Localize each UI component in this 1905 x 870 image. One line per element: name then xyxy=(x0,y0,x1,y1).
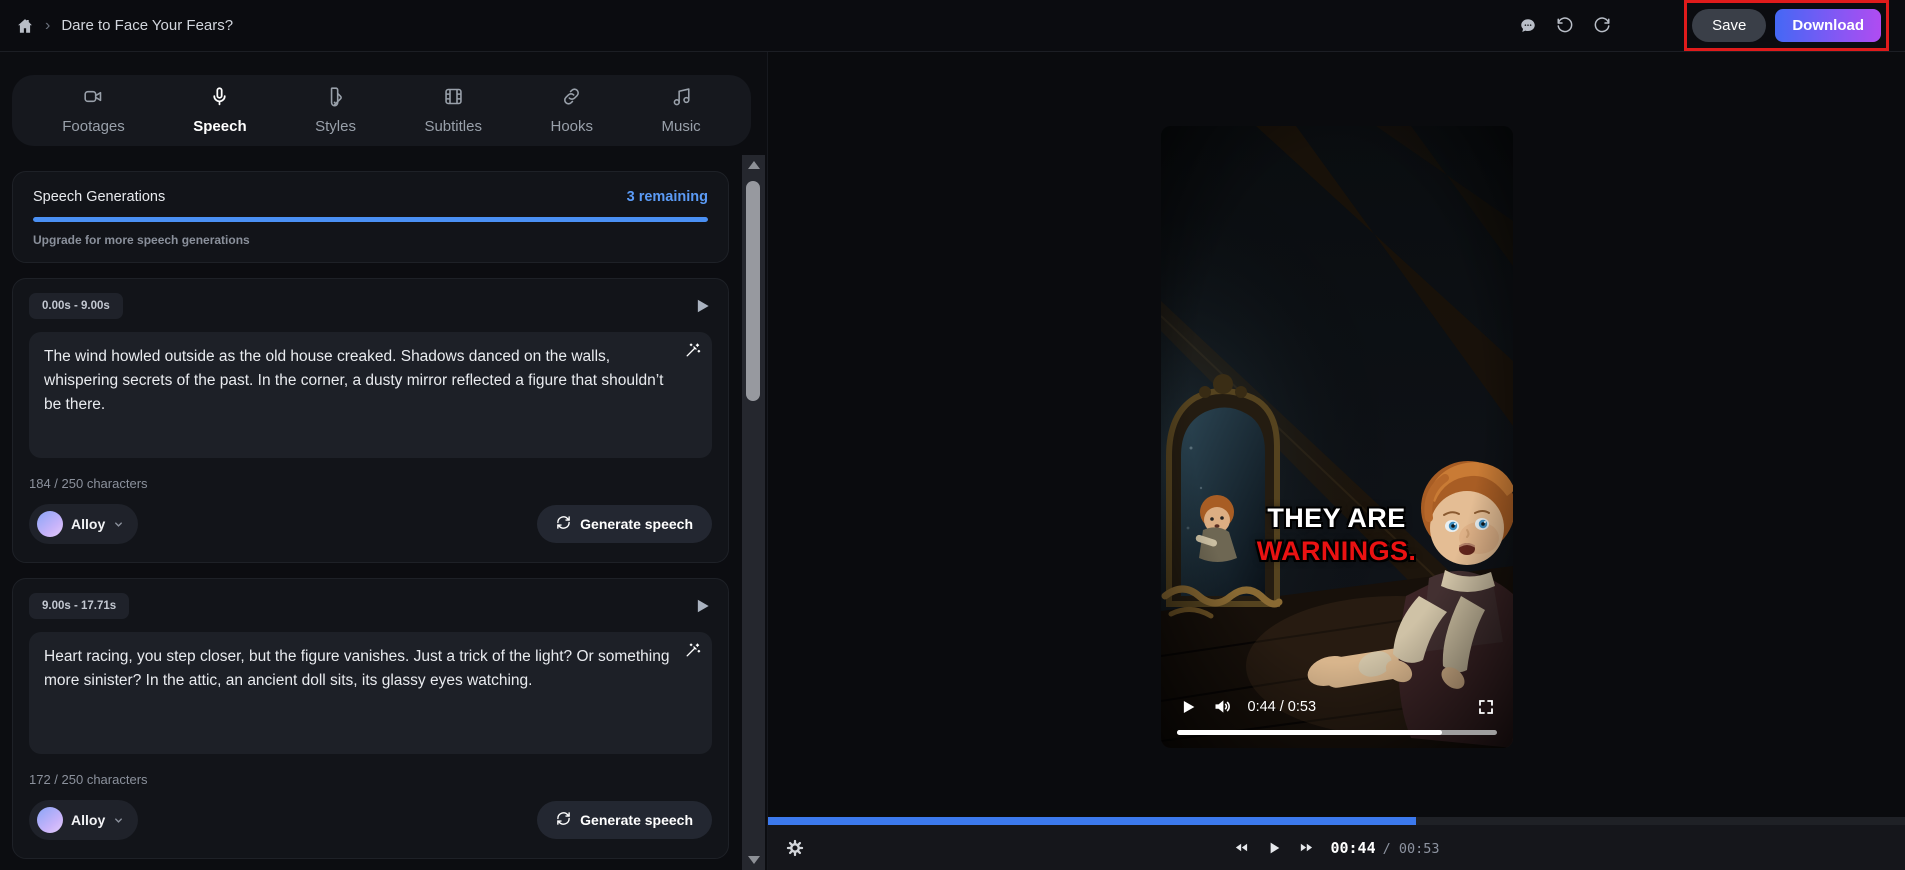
generations-progress-fill xyxy=(33,217,708,222)
timeline-progress-fill xyxy=(768,817,1417,825)
speech-segment-card: 9.00s - 17.71s Heart racing, you step cl… xyxy=(12,578,729,859)
music-note-icon xyxy=(671,86,692,111)
speech-segment-card: 0.00s - 9.00s The wind howled outside as… xyxy=(12,278,729,563)
segment-text-input[interactable]: Heart racing, you step closer, but the f… xyxy=(29,632,712,754)
video-caption: THEY ARE WARNINGS. xyxy=(1161,502,1513,568)
upgrade-link[interactable]: Upgrade for more speech generations xyxy=(33,233,708,247)
tab-label: Music xyxy=(661,118,701,135)
segment-text-input[interactable]: The wind howled outside as the old house… xyxy=(29,332,712,458)
fullscreen-icon[interactable] xyxy=(1477,698,1495,716)
voice-select-dropdown[interactable]: Alloy xyxy=(29,504,139,544)
gear-icon[interactable] xyxy=(786,839,804,857)
refresh-icon xyxy=(556,515,571,533)
microphone-icon xyxy=(209,86,230,111)
voice-avatar xyxy=(37,807,63,833)
tab-label: Subtitles xyxy=(424,118,482,135)
tab-label: Styles xyxy=(315,118,356,135)
scroll-down-icon[interactable] xyxy=(742,852,765,868)
generate-speech-button[interactable]: Generate speech xyxy=(537,801,712,839)
tab-music[interactable]: Music xyxy=(662,86,701,135)
timeline-seek-bar[interactable] xyxy=(768,817,1905,825)
tab-label: Speech xyxy=(193,118,247,135)
panel-scrollbar[interactable] xyxy=(742,155,765,870)
chevron-down-icon xyxy=(113,815,124,826)
generations-progress-track xyxy=(33,217,708,222)
voice-name: Alloy xyxy=(71,516,106,532)
segment-time-badge: 0.00s - 9.00s xyxy=(29,293,123,319)
undo-icon[interactable] xyxy=(1554,15,1576,37)
magic-wand-icon[interactable] xyxy=(684,342,701,359)
link-icon xyxy=(561,86,582,111)
scroll-up-icon[interactable] xyxy=(742,157,765,173)
chevron-down-icon xyxy=(113,519,124,530)
total-time: / 00:53 xyxy=(1382,840,1440,857)
refresh-icon xyxy=(556,811,571,829)
generate-speech-label: Generate speech xyxy=(580,516,693,532)
tab-label: Footages xyxy=(62,118,125,135)
action-buttons: Save Download xyxy=(1684,0,1889,51)
voice-name: Alloy xyxy=(71,812,106,828)
generations-remaining[interactable]: 3 remaining xyxy=(627,189,708,205)
play-icon[interactable] xyxy=(1265,840,1281,856)
generate-speech-button[interactable]: Generate speech xyxy=(537,505,712,543)
fast-forward-icon[interactable] xyxy=(1298,840,1313,855)
preview-panel: THEY ARE WARNINGS. 0:44 / 0:53 00:44 / 0… xyxy=(768,52,1905,870)
character-count: 172 / 250 characters xyxy=(29,772,148,787)
voice-select-dropdown[interactable]: Alloy xyxy=(29,800,139,840)
page-title: Dare to Face Your Fears? xyxy=(61,17,234,34)
scrollbar-thumb[interactable] xyxy=(746,181,760,401)
editor-sidebar: Footages Speech Styles Subtitles Hooks M… xyxy=(0,52,768,870)
film-icon xyxy=(443,86,464,111)
voice-avatar xyxy=(37,511,63,537)
redo-icon[interactable] xyxy=(1591,15,1613,37)
download-button[interactable]: Download xyxy=(1775,9,1881,42)
caption-line-2: WARNINGS. xyxy=(1256,536,1417,566)
video-player[interactable]: THEY ARE WARNINGS. 0:44 / 0:53 xyxy=(1160,126,1513,748)
video-controls: 0:44 / 0:53 xyxy=(1179,696,1495,717)
feedback-message-icon[interactable] xyxy=(1517,15,1539,37)
palette-icon xyxy=(325,86,346,111)
tab-styles[interactable]: Styles xyxy=(315,86,356,135)
top-bar: › Dare to Face Your Fears? Save Download xyxy=(0,0,1905,52)
home-icon[interactable] xyxy=(16,17,34,35)
video-camera-icon xyxy=(83,86,104,111)
generations-title: Speech Generations xyxy=(33,189,166,205)
transport-time: 00:44 / 00:53 xyxy=(1330,839,1439,857)
speech-generations-card: Speech Generations 3 remaining Upgrade f… xyxy=(12,171,729,263)
segment-play-icon[interactable] xyxy=(692,296,712,316)
magic-wand-icon[interactable] xyxy=(684,642,701,659)
volume-icon[interactable] xyxy=(1212,696,1233,717)
breadcrumb-chevron-icon: › xyxy=(45,16,51,34)
breadcrumb: › Dare to Face Your Fears? xyxy=(16,17,233,35)
segment-time-badge: 9.00s - 17.71s xyxy=(29,593,130,619)
video-frame-art xyxy=(1160,126,1513,748)
tab-speech[interactable]: Speech xyxy=(193,86,247,135)
video-progress-bar[interactable] xyxy=(1176,730,1497,735)
play-icon[interactable] xyxy=(1179,698,1197,716)
tab-footages[interactable]: Footages xyxy=(62,86,125,135)
media-tabs: Footages Speech Styles Subtitles Hooks M… xyxy=(12,75,751,146)
transport-bar: 00:44 / 00:53 xyxy=(768,825,1905,870)
tab-label: Hooks xyxy=(550,118,594,135)
generate-speech-label: Generate speech xyxy=(580,812,693,828)
segment-play-icon[interactable] xyxy=(692,596,712,616)
character-count: 184 / 250 characters xyxy=(29,476,148,491)
video-time-display: 0:44 / 0:53 xyxy=(1247,698,1317,715)
caption-line-1: THEY ARE xyxy=(1267,503,1406,533)
tab-subtitles[interactable]: Subtitles xyxy=(424,86,482,135)
video-progress-fill xyxy=(1176,730,1443,735)
tab-hooks[interactable]: Hooks xyxy=(550,86,593,135)
current-time: 00:44 xyxy=(1330,838,1376,857)
rewind-icon[interactable] xyxy=(1233,840,1248,855)
save-button[interactable]: Save xyxy=(1692,9,1767,42)
